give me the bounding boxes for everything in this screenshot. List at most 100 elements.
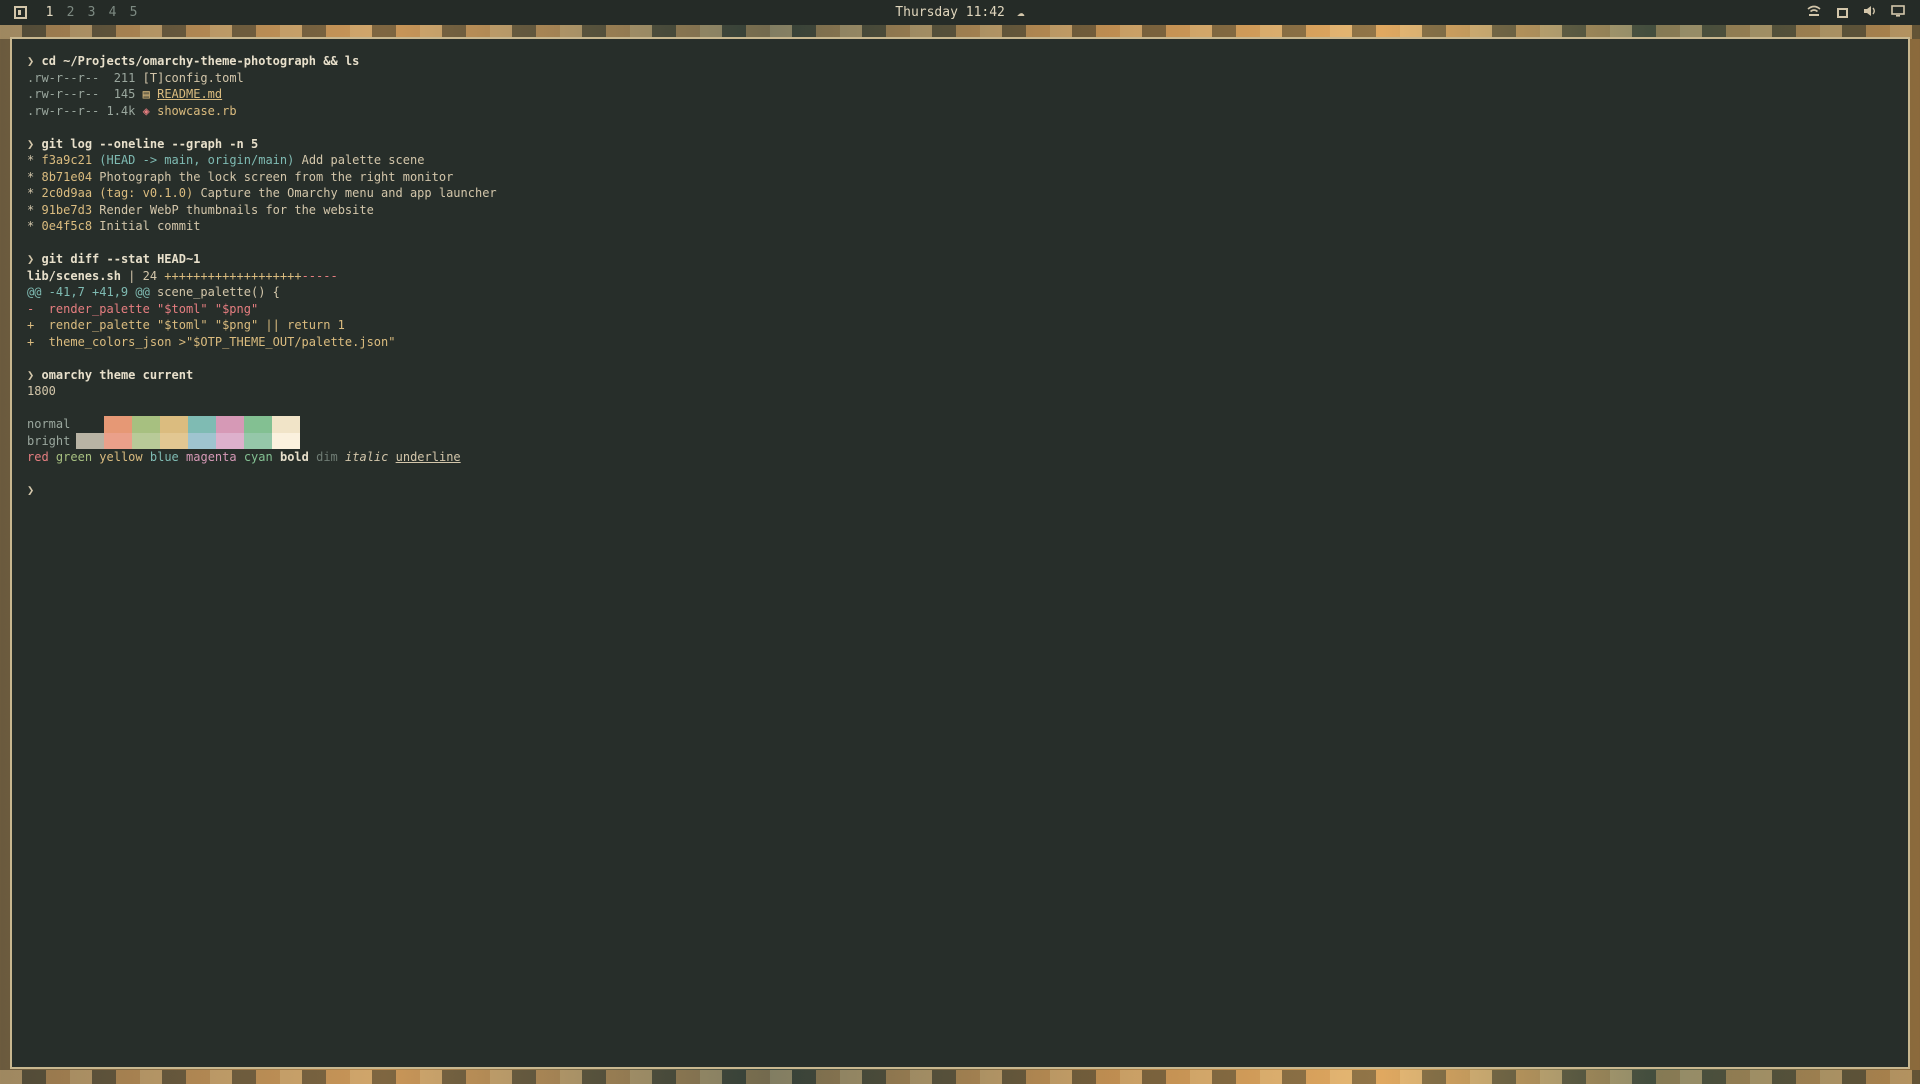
color-swatch xyxy=(188,432,216,449)
diff-stat-deletions: ----- xyxy=(301,268,338,283)
diff-hunk-header: @@ -41,7 +41,9 @@ scene_palette() { xyxy=(27,284,1908,301)
prompt-symbol: ❯ xyxy=(27,483,35,497)
prompt-symbol: ❯ xyxy=(27,54,35,68)
graph-star: * xyxy=(27,202,35,217)
command-text: omarchy theme current xyxy=(41,367,194,382)
color-swatch xyxy=(132,416,160,433)
list-item: .rw-r--r-- 211 [T]config.toml xyxy=(27,70,1908,87)
system-tray xyxy=(1800,0,1912,25)
commit-hash: 0e4f5c8 xyxy=(41,219,93,233)
prompt-symbol: ❯ xyxy=(27,136,35,151)
monitor-icon[interactable] xyxy=(1884,4,1912,21)
color-swatch xyxy=(216,432,244,449)
color-swatch xyxy=(76,432,104,449)
wallpaper-strip-bottom xyxy=(0,1070,1920,1084)
color-swatch xyxy=(188,416,216,433)
commit-ref: (HEAD -> main, origin/main) xyxy=(99,153,295,167)
file-name: config.toml xyxy=(164,70,244,85)
command-line: ❯ omarchy theme current xyxy=(27,367,1908,384)
color-swatch xyxy=(104,416,132,433)
graph-star: * xyxy=(27,169,35,184)
workspace-1[interactable]: 1 xyxy=(39,5,60,20)
file-size: 211 xyxy=(113,70,136,85)
commit-ref: (tag: v0.1.0) xyxy=(99,186,194,200)
color-swatch xyxy=(104,432,132,449)
prompt-symbol: ❯ xyxy=(27,367,35,382)
list-item: .rw-r--r-- 145 ▤ README.md xyxy=(27,86,1908,103)
terminal-window[interactable]: ❯ cd ~/Projects/omarchy-theme-photograph… xyxy=(10,37,1910,1069)
workspace-4[interactable]: 4 xyxy=(102,5,123,20)
color-swatch xyxy=(76,416,104,433)
commit-message: Initial commit xyxy=(99,219,201,233)
commit-message: Add palette scene xyxy=(301,153,425,167)
commit-message: Render WebP thumbnails for the website xyxy=(99,202,374,217)
git-log-line: * 91be7d3 Render WebP thumbnails for the… xyxy=(27,202,1908,219)
sample-cyan: cyan xyxy=(243,450,273,464)
wifi-icon[interactable] xyxy=(1800,5,1828,21)
diff-removed-line: - render_palette "$toml" "$png" xyxy=(27,301,1908,318)
commit-hash: 8b71e04 xyxy=(41,169,93,184)
theme-name-output: 1800 xyxy=(27,384,56,398)
weather-icon[interactable]: ☁ xyxy=(1017,5,1025,20)
color-swatch xyxy=(272,416,300,433)
command-text: cd ~/Projects/omarchy-theme-photograph &… xyxy=(41,54,360,68)
command-line: ❯ git log --oneline --graph -n 5 xyxy=(27,136,1908,153)
workspace-3[interactable]: 3 xyxy=(81,5,102,20)
volume-icon[interactable] xyxy=(1856,5,1884,21)
markdown-file-icon: ▤ xyxy=(142,87,150,101)
palette-swatches xyxy=(76,416,300,433)
screen-record-icon[interactable] xyxy=(1828,5,1856,20)
color-swatch xyxy=(244,416,272,433)
sample-italic: italic xyxy=(345,450,389,464)
palette-label: normal xyxy=(27,417,71,431)
file-permissions: .rw-r--r-- xyxy=(27,87,100,101)
git-log-line: * 0e4f5c8 Initial commit xyxy=(27,218,1908,235)
color-swatch xyxy=(216,416,244,433)
sample-red: red xyxy=(27,450,49,464)
file-name: README.md xyxy=(157,87,223,101)
color-swatch xyxy=(132,432,160,449)
commit-hash: 91be7d3 xyxy=(41,202,93,217)
top-bar: 1 2 3 4 5 Thursday 11:42 ☁ xyxy=(0,0,1920,25)
diff-stat-line: lib/scenes.sh | 24 +++++++++++++++++++--… xyxy=(27,268,1908,285)
prompt-symbol: ❯ xyxy=(27,252,35,266)
sample-blue: blue xyxy=(149,450,179,464)
graph-star: * xyxy=(27,219,35,233)
diff-stat-additions: +++++++++++++++++++ xyxy=(164,268,302,283)
file-size: 1.4k xyxy=(106,103,136,118)
diff-added-line: + theme_colors_json >"$OTP_THEME_OUT/pal… xyxy=(27,334,1908,351)
sample-dim: dim xyxy=(316,450,338,464)
app-menu-icon[interactable] xyxy=(14,6,27,19)
sample-bold: bold xyxy=(279,450,309,464)
commit-message: Photograph the lock screen from the righ… xyxy=(99,169,454,184)
diff-file-name: lib/scenes.sh xyxy=(27,268,121,283)
git-log-line: * 8b71e04 Photograph the lock screen fro… xyxy=(27,169,1908,186)
workspace-5[interactable]: 5 xyxy=(123,5,144,20)
palette-swatches xyxy=(76,432,300,449)
ruby-file-icon: ◈ xyxy=(142,103,150,118)
toml-file-icon: [T] xyxy=(142,70,165,85)
color-swatch xyxy=(244,432,272,449)
color-sample-line: red green yellow blue magenta cyan bold … xyxy=(27,449,1908,466)
git-log-line: * f3a9c21 (HEAD -> main, origin/main) Ad… xyxy=(27,152,1908,169)
diff-text: render_palette "$toml" "$png" xyxy=(34,301,259,316)
workspace-2[interactable]: 2 xyxy=(60,5,81,20)
hunk-function: scene_palette() { xyxy=(149,285,280,299)
sample-yellow: yellow xyxy=(99,450,143,464)
command-line: ❯ git diff --stat HEAD~1 xyxy=(27,251,1908,268)
diff-text: render_palette "$toml" "$png" || return … xyxy=(34,318,345,332)
commit-hash: 2c0d9aa xyxy=(41,186,93,200)
palette-bright-row: bright xyxy=(27,432,1908,449)
diff-text: theme_colors_json >"$OTP_THEME_OUT/palet… xyxy=(34,334,396,349)
color-swatch xyxy=(160,432,188,449)
hunk-range: @@ -41,7 +41,9 @@ xyxy=(27,285,150,299)
color-swatch xyxy=(272,432,300,449)
graph-star: * xyxy=(27,153,35,167)
current-prompt-line[interactable]: ❯ xyxy=(27,482,1908,499)
clock[interactable]: Thursday 11:42 xyxy=(895,5,1005,20)
diff-added-line: + render_palette "$toml" "$png" || retur… xyxy=(27,317,1908,334)
file-permissions: .rw-r--r-- xyxy=(27,70,100,85)
sample-magenta: magenta xyxy=(186,450,237,464)
list-item: .rw-r--r-- 1.4k ◈ showcase.rb xyxy=(27,103,1908,120)
commit-message: Capture the Omarchy menu and app launche… xyxy=(200,186,497,200)
